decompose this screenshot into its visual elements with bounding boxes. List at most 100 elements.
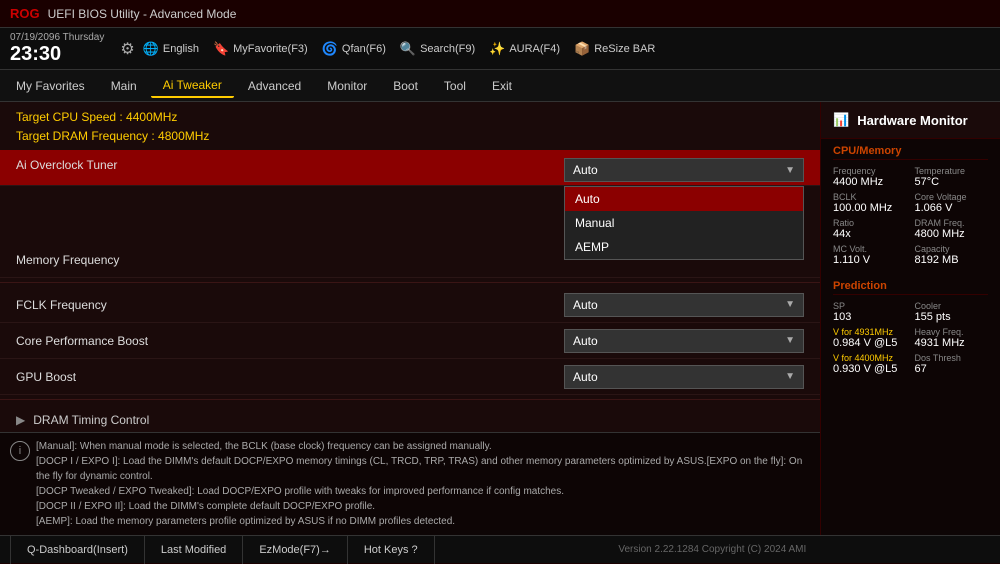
ai-overclock-label: Ai Overclock Tuner (16, 158, 564, 172)
bclk-cell: BCLK 100.00 MHz (833, 192, 907, 214)
gpu-boost-label: GPU Boost (16, 370, 564, 384)
ai-overclock-dropdown[interactable]: Auto ▼ (564, 158, 804, 182)
core-voltage-cell: Core Voltage 1.066 V (915, 192, 989, 214)
fclk-value: Auto (573, 298, 598, 312)
info-box: i [Manual]: When manual mode is selected… (0, 432, 820, 535)
search-btn[interactable]: 🔍 Search(F9) (400, 41, 475, 57)
divider-2 (0, 399, 820, 400)
gpu-boost-row[interactable]: GPU Boost Auto ▼ (0, 359, 820, 395)
menu-boot[interactable]: Boot (381, 75, 430, 97)
core-perf-boost-row[interactable]: Core Performance Boost Auto ▼ (0, 323, 820, 359)
hot-keys-btn[interactable]: Hot Keys ? (348, 536, 435, 564)
dram-timing-label: DRAM Timing Control (33, 413, 149, 427)
rog-logo: ROG (10, 6, 40, 21)
resizebar-btn[interactable]: 📦 ReSize BAR (574, 41, 655, 57)
dropdown-option-aemp[interactable]: AEMP (565, 235, 803, 259)
core-perf-dropdown[interactable]: Auto ▼ (564, 329, 804, 353)
time-display: 23:30 (10, 43, 104, 65)
menu-myfavorites[interactable]: My Favorites (4, 75, 97, 97)
prediction-section: Prediction SP 103 Cooler 155 pts V for 4… (821, 274, 1000, 383)
menu-advanced[interactable]: Advanced (236, 75, 313, 97)
dropdown-option-auto[interactable]: Auto (565, 187, 803, 211)
v-4931mhz-cell: V for 4931MHz 0.984 V @L5 (833, 327, 907, 349)
v-4400mhz-cell: V for 4400MHz 0.930 V @L5 (833, 353, 907, 375)
prediction-title: Prediction (833, 280, 988, 295)
capacity-cell: Capacity 8192 MB (915, 244, 989, 266)
topbar-controls: 🌐 English 🔖 MyFavorite(F3) 🌀 Qfan(F6) 🔍 … (143, 41, 990, 57)
qfan-btn[interactable]: 🌀 Qfan(F6) (322, 41, 386, 57)
prediction-grid: SP 103 Cooler 155 pts V for 4931MHz 0.98… (833, 301, 988, 375)
version-text: Version 2.22.1284 Copyright (C) 2024 AMI (435, 544, 990, 555)
info-text-5: [AEMP]: Load the memory parameters profi… (36, 514, 810, 529)
cooler-cell: Cooler 155 pts (915, 301, 989, 323)
cpu-memory-title: CPU/Memory (833, 145, 988, 160)
datetime-display: 07/19/2096 Thursday 23:30 (10, 32, 104, 65)
core-perf-value: Auto (573, 334, 598, 348)
favorite-icon: 🔖 (213, 41, 229, 57)
memory-frequency-label: Memory Frequency (16, 253, 564, 267)
ai-overclock-tuner-row[interactable]: Ai Overclock Tuner Auto ▼ Auto Manual AE… (0, 150, 820, 186)
menu-bar: My Favorites Main Ai Tweaker Advanced Mo… (0, 70, 1000, 102)
target-dram-freq: Target DRAM Frequency : 4800MHz (16, 127, 804, 146)
core-perf-arrow-icon: ▼ (785, 335, 795, 346)
target-cpu-speed: Target CPU Speed : 4400MHz (16, 108, 804, 127)
mc-volt-cell: MC Volt. 1.110 V (833, 244, 907, 266)
title-bar: ROG UEFI BIOS Utility - Advanced Mode (0, 0, 1000, 28)
hw-monitor-title: Hardware Monitor (857, 113, 968, 128)
heavy-freq-cell: Heavy Freq. 4931 MHz (915, 327, 989, 349)
fclk-label: FCLK Frequency (16, 298, 564, 312)
cpu-memory-section: CPU/Memory Frequency 4400 MHz Temperatur… (821, 139, 1000, 274)
lang-label: English (163, 43, 199, 55)
frequency-cell: Frequency 4400 MHz (833, 166, 907, 188)
divider-1 (0, 282, 820, 283)
menu-main[interactable]: Main (99, 75, 149, 97)
dropdown-arrow-icon: ▼ (785, 165, 795, 176)
search-icon: 🔍 (400, 41, 416, 57)
search-label: Search(F9) (420, 43, 475, 55)
dropdown-option-manual[interactable]: Manual (565, 211, 803, 235)
dram-expand-icon: ▶ (16, 413, 25, 427)
menu-tool[interactable]: Tool (432, 75, 478, 97)
menu-monitor[interactable]: Monitor (315, 75, 379, 97)
info-text-3: [DOCP Tweaked / EXPO Tweaked]: Load DOCP… (36, 484, 810, 499)
gpu-boost-value: Auto (573, 370, 598, 384)
cpu-memory-grid: Frequency 4400 MHz Temperature 57°C BCLK… (833, 166, 988, 266)
ai-overclock-value: Auto (573, 163, 598, 177)
info-icon: i (10, 441, 30, 461)
ratio-cell: Ratio 44x (833, 218, 907, 240)
settings-icon[interactable]: ⚙ (120, 39, 134, 59)
info-text-4: [DOCP II / EXPO II]: Load the DIMM's com… (36, 499, 810, 514)
aura-btn[interactable]: ✨ AURA(F4) (489, 41, 560, 57)
content-panel: Target CPU Speed : 4400MHz Target DRAM F… (0, 102, 820, 535)
hw-monitor-icon: 📊 (833, 112, 849, 128)
gpu-boost-arrow-icon: ▼ (785, 371, 795, 382)
fan-icon: 🌀 (322, 41, 338, 57)
fclk-frequency-row[interactable]: FCLK Frequency Auto ▼ (0, 287, 820, 323)
ezmode-btn[interactable]: EzMode(F7)→ (243, 536, 348, 564)
app-title: UEFI BIOS Utility - Advanced Mode (48, 7, 237, 21)
resizebar-label: ReSize BAR (594, 43, 655, 55)
aura-label: AURA(F4) (509, 43, 560, 55)
lang-selector[interactable]: 🌐 English (143, 41, 199, 57)
date-display: 07/19/2096 Thursday (10, 32, 104, 43)
core-perf-label: Core Performance Boost (16, 334, 564, 348)
ai-overclock-dropdown-menu[interactable]: Auto Manual AEMP (564, 186, 804, 260)
myfavorite-btn[interactable]: 🔖 MyFavorite(F3) (213, 41, 308, 57)
gpu-boost-dropdown[interactable]: Auto ▼ (564, 365, 804, 389)
hw-monitor-header: 📊 Hardware Monitor (821, 102, 1000, 139)
menu-aitweaker[interactable]: Ai Tweaker (151, 74, 234, 98)
fclk-dropdown[interactable]: Auto ▼ (564, 293, 804, 317)
last-modified-btn[interactable]: Last Modified (145, 536, 243, 564)
q-dashboard-btn[interactable]: Q-Dashboard(Insert) (10, 536, 145, 564)
menu-exit[interactable]: Exit (480, 75, 524, 97)
target-info: Target CPU Speed : 4400MHz Target DRAM F… (0, 102, 820, 150)
dos-thresh-cell: Dos Thresh 67 (915, 353, 989, 375)
main-area: Target CPU Speed : 4400MHz Target DRAM F… (0, 102, 1000, 535)
aura-icon: ✨ (489, 41, 505, 57)
sp-cell: SP 103 (833, 301, 907, 323)
resize-icon: 📦 (574, 41, 590, 57)
globe-icon: 🌐 (143, 41, 159, 57)
fclk-arrow-icon: ▼ (785, 299, 795, 310)
bottom-bar: Q-Dashboard(Insert) Last Modified EzMode… (0, 535, 1000, 563)
bottom-actions: Q-Dashboard(Insert) Last Modified EzMode… (10, 536, 435, 564)
